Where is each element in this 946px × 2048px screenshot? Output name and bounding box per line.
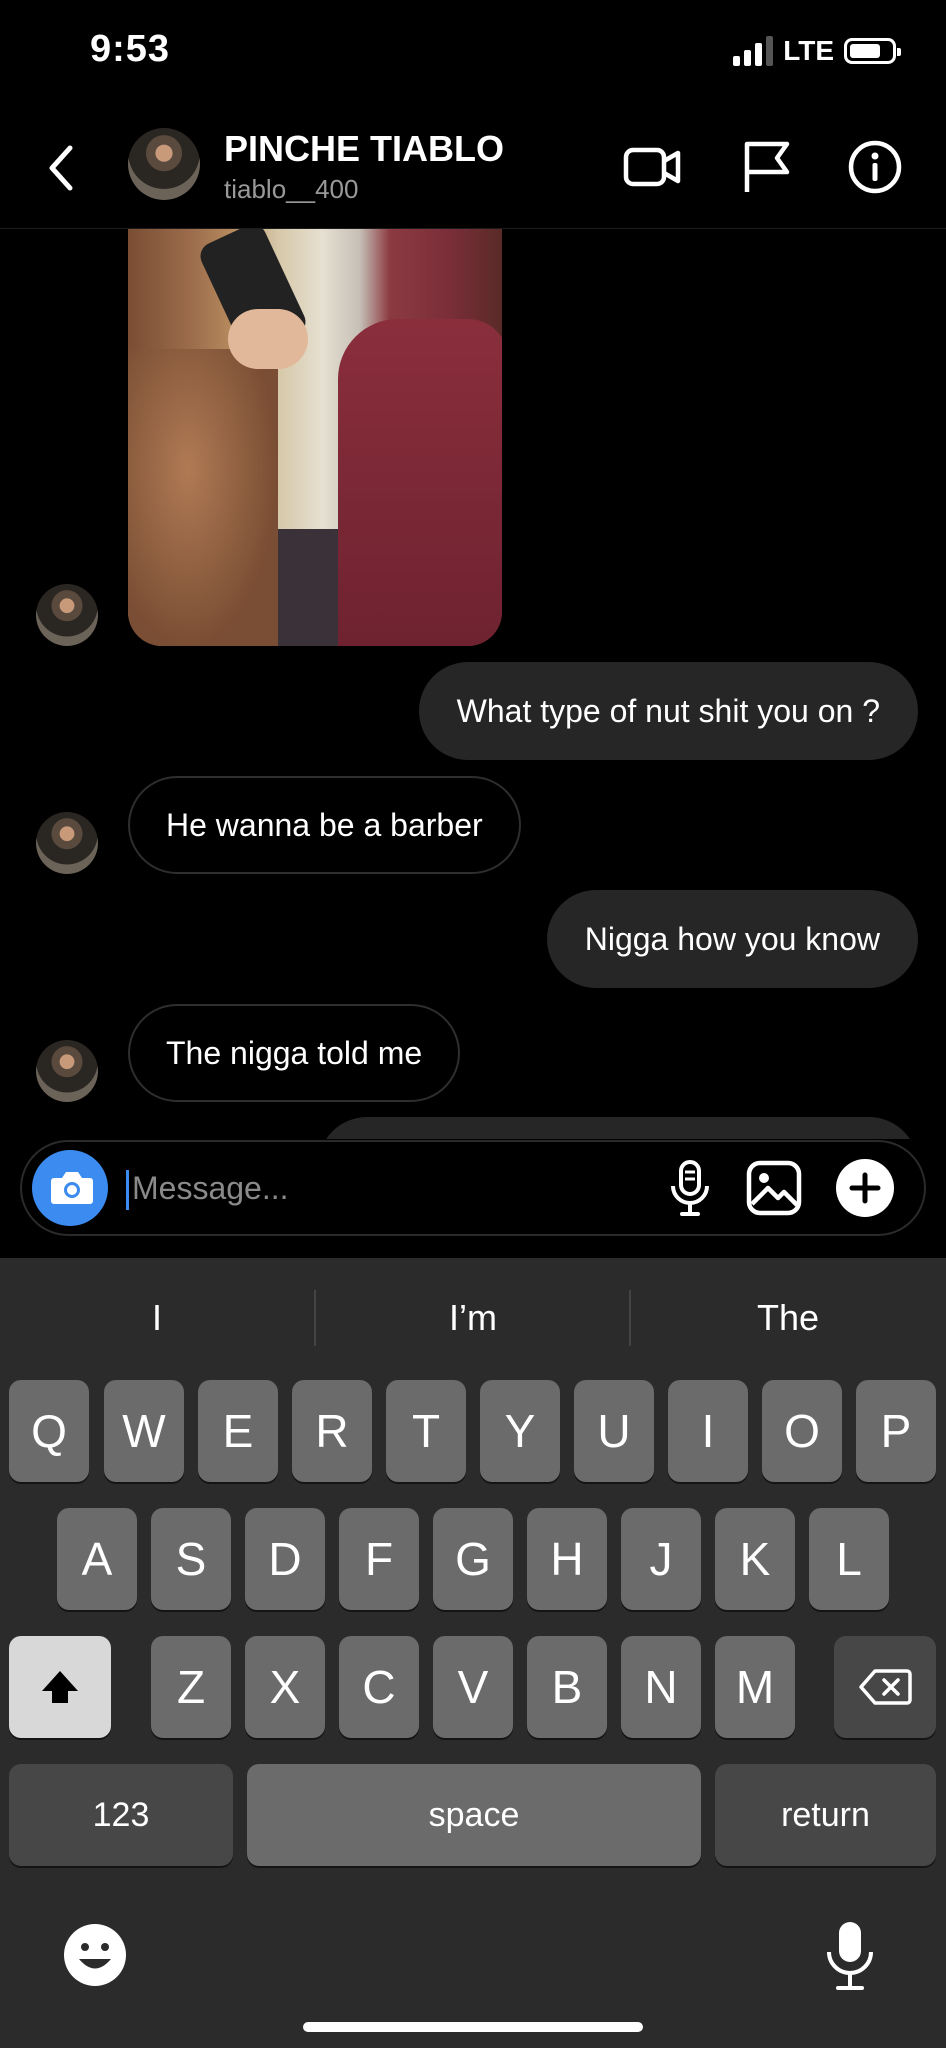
back-button[interactable] xyxy=(40,138,84,198)
keyboard: I I’m The Q W E R T Y U I O P A S D F G … xyxy=(0,1258,946,2048)
gallery-button[interactable] xyxy=(744,1158,804,1218)
avatar[interactable] xyxy=(36,812,98,874)
image-icon xyxy=(746,1160,802,1216)
info-button[interactable] xyxy=(844,136,906,198)
message-composer xyxy=(20,1140,926,1236)
key-s[interactable]: S xyxy=(151,1508,231,1610)
key-i[interactable]: I xyxy=(668,1380,748,1482)
key-o[interactable]: O xyxy=(762,1380,842,1482)
message-input[interactable] xyxy=(132,1152,632,1224)
key-t[interactable]: T xyxy=(386,1380,466,1482)
key-z[interactable]: Z xyxy=(151,1636,231,1738)
numbers-key[interactable]: 123 xyxy=(9,1764,233,1866)
avatar[interactable] xyxy=(36,1040,98,1102)
shared-photo[interactable] xyxy=(128,229,502,646)
key-u[interactable]: U xyxy=(574,1380,654,1482)
dictation-icon xyxy=(827,1922,873,1990)
key-e[interactable]: E xyxy=(198,1380,278,1482)
status-time: 9:53 xyxy=(90,28,171,70)
key-b[interactable]: B xyxy=(527,1636,607,1738)
key-a[interactable]: A xyxy=(57,1508,137,1610)
chevron-left-icon xyxy=(49,145,73,191)
video-call-button[interactable] xyxy=(622,136,684,198)
flag-icon xyxy=(744,141,790,192)
key-l[interactable]: L xyxy=(809,1508,889,1610)
key-f[interactable]: F xyxy=(339,1508,419,1610)
key-y[interactable]: Y xyxy=(480,1380,560,1482)
shift-icon xyxy=(42,1671,78,1703)
signal-icon xyxy=(733,36,774,66)
microphone-icon xyxy=(671,1160,709,1216)
shift-key[interactable] xyxy=(9,1636,111,1738)
key-d[interactable]: D xyxy=(245,1508,325,1610)
more-button[interactable] xyxy=(836,1159,894,1217)
home-indicator[interactable] xyxy=(303,2022,643,2032)
return-key[interactable]: return xyxy=(715,1764,936,1866)
message-bubble-incoming[interactable]: The nigga told me xyxy=(128,1004,461,1102)
message-thread[interactable]: What type of nut shit you on ? He wanna … xyxy=(0,229,946,1139)
report-button[interactable] xyxy=(735,136,797,198)
video-camera-icon xyxy=(623,147,681,187)
battery-icon xyxy=(844,38,901,64)
avatar[interactable] xyxy=(36,584,98,646)
key-r[interactable]: R xyxy=(292,1380,372,1482)
message-bubble-incoming[interactable]: He wanna be a barber xyxy=(128,776,521,874)
suggestion-2[interactable]: I’m xyxy=(316,1288,630,1348)
chat-header: PINCHE TIABLO tiablo__400 xyxy=(0,110,946,229)
camera-icon xyxy=(51,1172,93,1204)
key-m[interactable]: M xyxy=(715,1636,795,1738)
plus-icon xyxy=(849,1172,881,1204)
delete-key[interactable] xyxy=(834,1636,936,1738)
message-bubble-outgoing[interactable]: Nigga how you know xyxy=(546,890,918,988)
contact-username: tiablo__400 xyxy=(224,174,359,204)
key-h[interactable]: H xyxy=(527,1508,607,1610)
key-j[interactable]: J xyxy=(621,1508,701,1610)
suggestion-1[interactable]: I xyxy=(0,1288,314,1348)
key-x[interactable]: X xyxy=(245,1636,325,1738)
key-p[interactable]: P xyxy=(856,1380,936,1482)
space-key[interactable]: space xyxy=(247,1764,701,1866)
status-indicators: LTE xyxy=(733,34,901,68)
dictation-button[interactable] xyxy=(820,1918,880,1994)
info-icon xyxy=(848,140,902,194)
voice-message-button[interactable] xyxy=(662,1158,718,1218)
message-bubble-outgoing[interactable]: What type of nut shit you on ? xyxy=(418,662,918,760)
avatar[interactable] xyxy=(128,128,200,200)
key-k[interactable]: K xyxy=(715,1508,795,1610)
key-w[interactable]: W xyxy=(104,1380,184,1482)
emoji-button[interactable] xyxy=(60,1920,130,1990)
key-v[interactable]: V xyxy=(433,1636,513,1738)
key-c[interactable]: C xyxy=(339,1636,419,1738)
message-bubble-outgoing-partial[interactable] xyxy=(318,1117,918,1139)
key-n[interactable]: N xyxy=(621,1636,701,1738)
emoji-icon xyxy=(64,1924,126,1986)
network-label: LTE xyxy=(783,35,834,66)
key-q[interactable]: Q xyxy=(9,1380,89,1482)
backspace-icon xyxy=(859,1669,912,1705)
text-caret xyxy=(126,1170,129,1210)
camera-button[interactable] xyxy=(32,1150,108,1226)
contact-name[interactable]: PINCHE TIABLO xyxy=(224,128,504,170)
suggestion-3[interactable]: The xyxy=(631,1288,945,1348)
key-g[interactable]: G xyxy=(433,1508,513,1610)
